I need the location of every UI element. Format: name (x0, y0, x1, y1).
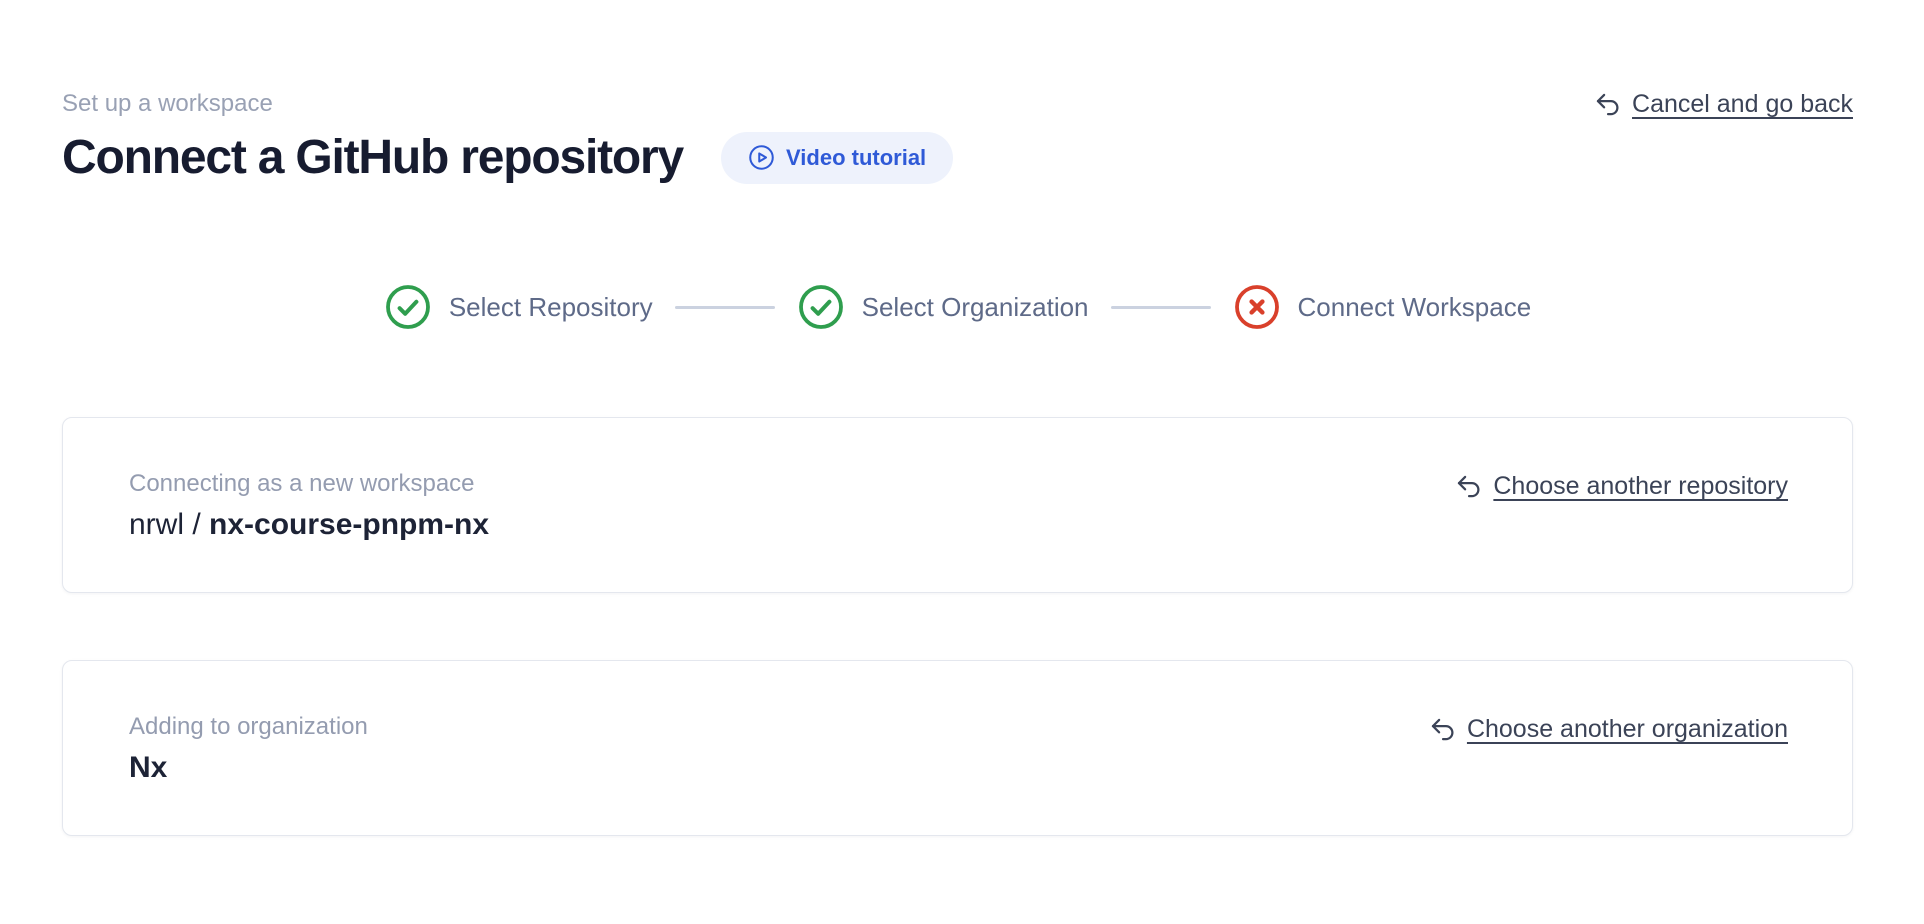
x-circle-icon (1233, 283, 1281, 331)
choose-another-organization-label: Choose another organization (1467, 715, 1788, 744)
play-circle-icon (748, 144, 775, 171)
undo-arrow-icon (1429, 716, 1456, 743)
organization-card-label: Adding to organization (129, 713, 368, 741)
header-left: Set up a workspace Connect a GitHub repo… (62, 90, 953, 185)
setup-page: Set up a workspace Connect a GitHub repo… (0, 0, 1924, 836)
undo-arrow-icon (1455, 473, 1482, 500)
title-row: Connect a GitHub repository Video tutori… (62, 130, 953, 185)
stepper: Select Repository Select Organization Co… (62, 283, 1853, 331)
organization-card-info: Adding to organization Nx (129, 713, 368, 785)
stepper-connector (675, 306, 775, 309)
repository-card-info: Connecting as a new workspace nrwl / nx-… (129, 470, 489, 542)
repository-name: nrwl / nx-course-pnpm-nx (129, 508, 489, 542)
choose-another-repository-link[interactable]: Choose another repository (1455, 472, 1788, 501)
video-tutorial-label: Video tutorial (786, 145, 926, 171)
page-title: Connect a GitHub repository (62, 130, 683, 185)
step-label: Select Organization (862, 292, 1089, 323)
choose-another-repository-label: Choose another repository (1493, 472, 1788, 501)
video-tutorial-button[interactable]: Video tutorial (721, 132, 953, 184)
step-select-organization: Select Organization (797, 283, 1089, 331)
cancel-and-go-back-label: Cancel and go back (1632, 90, 1853, 119)
check-circle-icon (384, 283, 432, 331)
repository-card-label: Connecting as a new workspace (129, 470, 489, 498)
undo-arrow-icon (1594, 91, 1621, 118)
check-circle-icon (797, 283, 845, 331)
choose-another-organization-link[interactable]: Choose another organization (1429, 715, 1788, 744)
cancel-and-go-back-link[interactable]: Cancel and go back (1594, 90, 1853, 119)
repository-card: Connecting as a new workspace nrwl / nx-… (62, 417, 1853, 593)
repository-owner: nrwl / (129, 508, 209, 541)
eyebrow-label: Set up a workspace (62, 90, 953, 118)
repository-repo: nx-course-pnpm-nx (209, 508, 489, 541)
organization-card: Adding to organization Nx Choose another… (62, 660, 1853, 836)
setup-header: Set up a workspace Connect a GitHub repo… (62, 0, 1853, 185)
stepper-connector (1111, 306, 1211, 309)
step-connect-workspace: Connect Workspace (1233, 283, 1532, 331)
step-select-repository: Select Repository (384, 283, 653, 331)
step-label: Connect Workspace (1298, 292, 1532, 323)
organization-name: Nx (129, 751, 368, 785)
step-label: Select Repository (449, 292, 653, 323)
cancel-wrap: Cancel and go back (1594, 90, 1853, 123)
